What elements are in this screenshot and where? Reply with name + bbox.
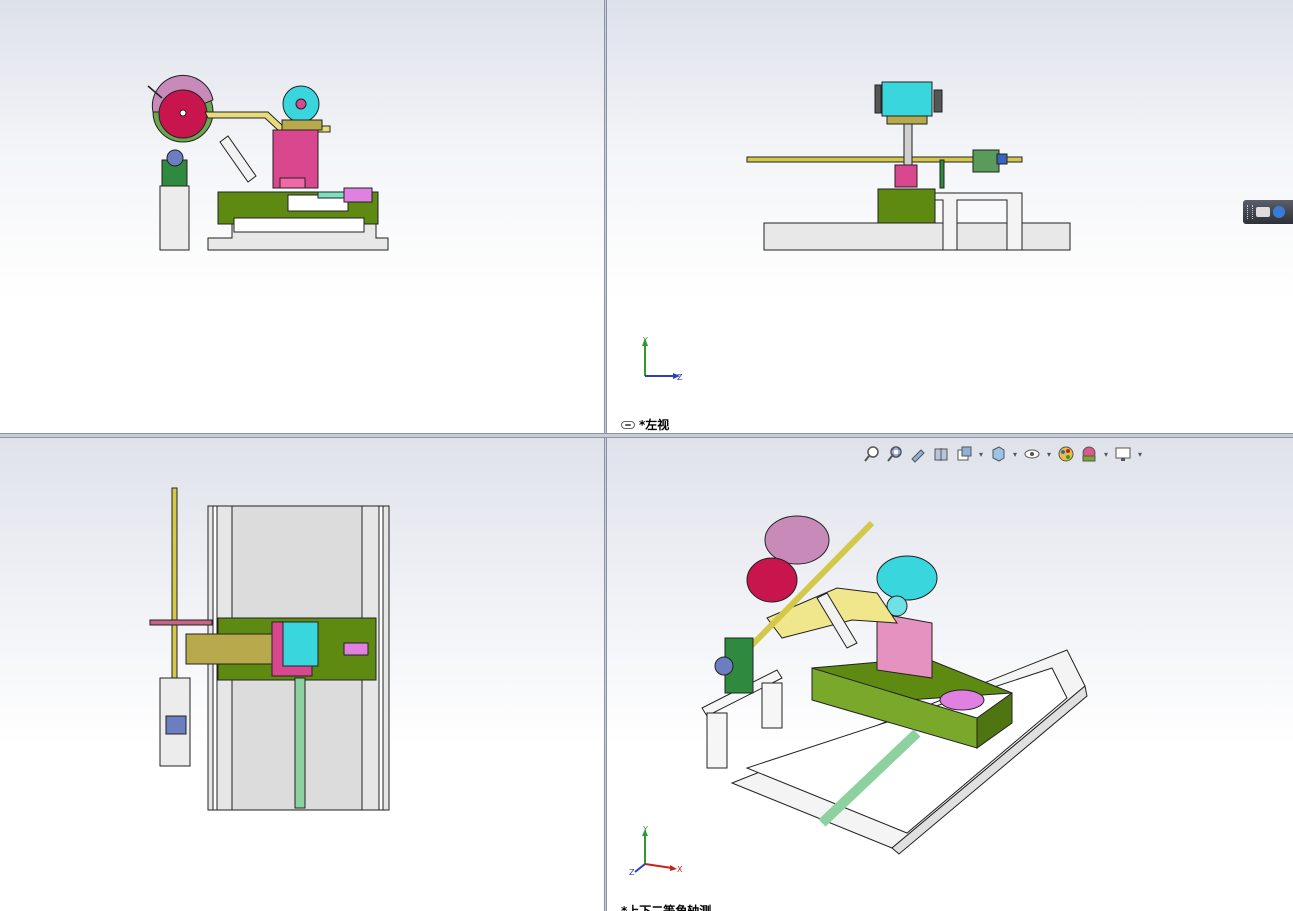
viewport-label-isometric: *上下二等角轴测: [621, 902, 711, 911]
front-view-model: [147, 74, 389, 251]
triad-y-label: Y: [642, 336, 648, 345]
section-view-icon[interactable]: [931, 444, 951, 464]
axis-triad: Y X Z: [629, 826, 683, 876]
previous-view-icon[interactable]: [908, 444, 928, 464]
view-name: *上下二等角轴测: [621, 904, 712, 911]
viewport-top-view[interactable]: [0, 438, 604, 911]
view-name: *左视: [639, 418, 670, 432]
edit-appearance-icon[interactable]: [1056, 444, 1076, 464]
chevron-down-icon[interactable]: ▾: [1011, 444, 1019, 464]
isometric-model: [701, 515, 1088, 855]
help-icon: [1273, 206, 1285, 218]
chevron-down-icon[interactable]: ▾: [1045, 444, 1053, 464]
viewport-divider-vertical[interactable]: [604, 0, 607, 911]
apply-scene-icon[interactable]: [1079, 444, 1099, 464]
viewport-left-view[interactable]: Y Z *左视: [607, 0, 1293, 433]
link-views-icon[interactable]: [621, 420, 635, 429]
zoom-to-fit-icon[interactable]: [862, 444, 882, 464]
triad-x-label: X: [677, 865, 683, 874]
chevron-down-icon[interactable]: ▾: [1102, 444, 1110, 464]
viewport-label-left-view: *左视: [621, 416, 669, 433]
viewport-front[interactable]: [0, 0, 604, 433]
triad-z-label: Z: [677, 373, 683, 382]
triad-y-label: Y: [642, 826, 648, 834]
task-pane-tab[interactable]: [1243, 200, 1293, 224]
zoom-to-area-icon[interactable]: [885, 444, 905, 464]
chevron-down-icon[interactable]: ▾: [1136, 444, 1144, 464]
chevron-down-icon[interactable]: ▾: [977, 444, 985, 464]
keyboard-icon: [1256, 207, 1270, 217]
grip-icon: [1247, 205, 1253, 219]
left-view-model: [746, 81, 1071, 251]
display-style-icon[interactable]: [988, 444, 1008, 464]
view-settings-icon[interactable]: [1113, 444, 1133, 464]
axis-triad: Y Z: [642, 336, 683, 382]
triad-z-label: Z: [629, 868, 635, 876]
hide-show-items-icon[interactable]: [1022, 444, 1042, 464]
viewport-divider-horizontal[interactable]: [0, 433, 1293, 438]
view-orientation-icon[interactable]: [954, 444, 974, 464]
top-view-model: [149, 487, 390, 811]
heads-up-view-toolbar: ▾ ▾ ▾ ▾ ▾: [862, 444, 1144, 464]
viewport-isometric[interactable]: *上下二等角轴测 Y X Z: [607, 438, 1293, 911]
